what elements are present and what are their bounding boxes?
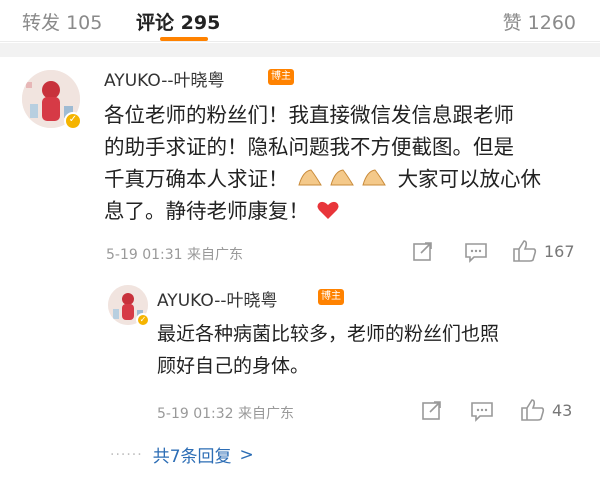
share-button[interactable] [421, 400, 443, 422]
blogger-badge: 博主 [268, 69, 294, 85]
tab-comments[interactable]: 评论 295 [136, 8, 220, 35]
reply-body: 最近各种病菌比较多，老师的粉丝们也照 顾好自己的身体。 [157, 318, 499, 382]
share-button[interactable] [412, 241, 434, 263]
section-divider [0, 43, 600, 57]
comment-username[interactable]: AYUKO--叶晓粤 [104, 66, 224, 91]
heart-emoji [316, 198, 340, 230]
verified-icon: ✓ [136, 313, 150, 327]
reply-line: 最近各种病菌比较多，老师的粉丝们也照 [157, 323, 500, 345]
blogger-badge: 博主 [318, 289, 344, 305]
tab-repost[interactable]: 转发 105 [22, 8, 102, 35]
share-icon [422, 401, 441, 420]
view-replies-link[interactable]: ······ 共7条回复 > [110, 442, 254, 468]
comment-line: 各位老师的粉丝们！我直接微信发信息跟老师 [104, 103, 514, 127]
reply-meta: 5-19 01:32 来自广东 [157, 406, 295, 422]
tab-repost-label: 转发 [22, 12, 61, 34]
reply-username[interactable]: AYUKO--叶晓粤 [157, 286, 277, 311]
like-icon [513, 240, 537, 262]
share-icon [413, 242, 432, 261]
comment-line: 的助手求证的！隐私问题我不方便截图。但是 [104, 135, 514, 159]
like-button[interactable]: 43 [520, 398, 572, 422]
comment-line-segment: 千真万确本人求证！ [104, 167, 289, 191]
comment-line: 千真万确本人求证！ 大家可以放心休 [104, 163, 541, 195]
reply-button[interactable] [470, 400, 494, 422]
verified-icon: ✓ [64, 112, 82, 130]
like-count: 167 [544, 241, 575, 261]
tab-likes-label: 赞 [502, 12, 522, 34]
like-button[interactable]: 167 [512, 239, 575, 263]
active-tab-indicator [160, 37, 208, 41]
chevron-right-icon: > [239, 444, 254, 465]
comment-icon [465, 243, 487, 263]
view-replies-label: 共7条回复 [152, 447, 232, 467]
comment-line-segment: 大家可以放心休 [397, 167, 542, 191]
tab-comments-count: 295 [180, 12, 221, 34]
reply-button[interactable] [464, 241, 488, 263]
reply-line: 顾好自己的身体。 [157, 355, 310, 377]
comment-body: 各位老师的粉丝们！我直接微信发信息跟老师 的助手求证的！隐私问题我不方便截图。但… [104, 99, 541, 227]
tab-likes[interactable]: 赞 1260 [503, 8, 576, 35]
thread-dots: ······ [110, 446, 143, 463]
tab-repost-count: 105 [66, 12, 103, 34]
tab-likes-count: 1260 [527, 12, 576, 34]
praying-hands-emoji [295, 166, 391, 198]
comment-icon [471, 402, 493, 422]
comment-line-segment: 息了。静待老师康复！ [104, 199, 309, 223]
like-count: 43 [552, 400, 573, 420]
comment-meta: 5-19 01:31 来自广东 [106, 247, 244, 263]
tab-bar: 转发 105 评论 295 赞 1260 [0, 0, 600, 42]
like-icon [521, 399, 545, 421]
tab-comments-label: 评论 [136, 12, 175, 34]
comment-line: 息了。静待老师康复！ [104, 195, 541, 227]
